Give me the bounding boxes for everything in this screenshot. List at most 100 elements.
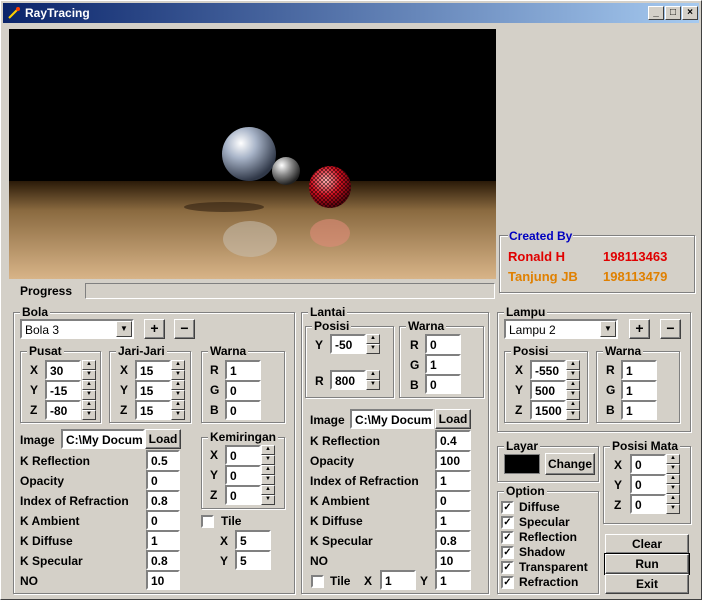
bola-ior-input[interactable]: 0.8	[146, 490, 180, 510]
lampu-posisi-z-input[interactable]: 1500	[530, 400, 566, 420]
add-bola-button[interactable]: +	[144, 319, 165, 339]
bola-select[interactable]: Bola 3 ▼	[20, 319, 134, 339]
lampu-warna-r-input[interactable]: 1	[621, 360, 657, 380]
add-lampu-button[interactable]: +	[629, 319, 650, 339]
bola-tile-checkbox[interactable]	[201, 515, 214, 528]
mata-x-input[interactable]: 0	[630, 454, 666, 474]
lantai-load-button[interactable]: Load	[435, 409, 471, 429]
option-specular-checkbox[interactable]: ✓	[501, 516, 514, 529]
bola-no-input[interactable]: 10	[146, 570, 180, 590]
mata-y-input[interactable]: 0	[630, 474, 666, 494]
bola-kspecular-input[interactable]: 0.8	[146, 550, 180, 570]
bola-jari-x-input[interactable]: 15	[135, 360, 171, 380]
chevron-down-icon[interactable]: ▼	[116, 321, 132, 337]
run-button[interactable]: Run	[604, 553, 690, 575]
mata-x-spinner[interactable]: ▲ ▼	[666, 454, 680, 474]
lantai-ior-input[interactable]: 1	[435, 470, 471, 490]
mata-y-label: Y	[614, 478, 623, 492]
author-id-2: 198113479	[603, 269, 668, 284]
lantai-warna-r-label: R	[410, 338, 419, 352]
remove-bola-button[interactable]: −	[174, 319, 195, 339]
bola-kemiringan-z-spinner[interactable]: ▲ ▼	[261, 485, 275, 505]
bola-pusat-z-input[interactable]: -80	[45, 400, 81, 420]
lampu-posisi-y-input[interactable]: 500	[530, 380, 566, 400]
lantai-warna-g-input[interactable]: 1	[425, 354, 461, 374]
option-refraction-label: Refraction	[519, 575, 579, 589]
lampu-select[interactable]: Lampu 2 ▼	[504, 319, 618, 339]
lantai-tile-checkbox[interactable]	[311, 575, 324, 588]
clear-button[interactable]: Clear	[605, 534, 689, 554]
bola-kemiringan-z-label: Z	[210, 488, 218, 502]
lampu-warna-b-input[interactable]: 1	[621, 400, 657, 420]
lantai-tile-label: Tile	[330, 574, 351, 588]
lantai-posisi-r-spinner[interactable]: ▲ ▼	[366, 370, 380, 390]
bola-kemiringan-y-input[interactable]: 0	[225, 465, 261, 485]
bola-kref-input[interactable]: 0.5	[146, 450, 180, 470]
maximize-button[interactable]: □	[665, 6, 681, 20]
exit-button[interactable]: Exit	[605, 574, 689, 594]
lantai-opacity-input[interactable]: 100	[435, 450, 471, 470]
bola-jari-z-spinner[interactable]: ▲ ▼	[171, 400, 185, 420]
option-transparent-checkbox[interactable]: ✓	[501, 561, 514, 574]
lantai-kdiffuse-input[interactable]: 1	[435, 510, 471, 530]
lantai-tile-y-input[interactable]: 1	[435, 570, 471, 590]
layar-change-button[interactable]: Change	[545, 453, 595, 475]
lantai-kref-input[interactable]: 0.4	[435, 430, 471, 450]
bola-pusat-x-spinner[interactable]: ▲ ▼	[82, 360, 96, 380]
lampu-posisi-y-spinner[interactable]: ▲ ▼	[566, 380, 580, 400]
lantai-no-input[interactable]: 10	[435, 550, 471, 570]
bola-jari-title: Jari-Jari	[116, 344, 167, 358]
lantai-warna-b-input[interactable]: 0	[425, 374, 461, 394]
mata-z-spinner[interactable]: ▲ ▼	[666, 494, 680, 514]
created-by-panel	[499, 235, 695, 293]
mata-z-input[interactable]: 0	[630, 494, 666, 514]
bola-warna-r-input[interactable]: 1	[225, 360, 261, 380]
option-reflection-checkbox[interactable]: ✓	[501, 531, 514, 544]
lantai-posisi-y-spinner[interactable]: ▲ ▼	[366, 334, 380, 354]
bola-pusat-y-spinner[interactable]: ▲ ▼	[82, 380, 96, 400]
lampu-posisi-x-spinner[interactable]: ▲ ▼	[566, 360, 580, 380]
bola-kemiringan-z-input[interactable]: 0	[225, 485, 261, 505]
bola-tile-y-label: Y	[220, 554, 229, 568]
bola-tile-y-input[interactable]: 5	[235, 550, 271, 570]
mata-y-spinner[interactable]: ▲ ▼	[666, 474, 680, 494]
bola-jari-z-input[interactable]: 15	[135, 400, 171, 420]
option-shadow-checkbox[interactable]: ✓	[501, 546, 514, 559]
close-button[interactable]: ×	[682, 6, 698, 20]
bola-kemiringan-y-spinner[interactable]: ▲ ▼	[261, 465, 275, 485]
bola-pusat-y-input[interactable]: -15	[45, 380, 81, 400]
bola-kambient-input[interactable]: 0	[146, 510, 180, 530]
bola-jari-x-spinner[interactable]: ▲ ▼	[171, 360, 185, 380]
bola-jari-y-input[interactable]: 15	[135, 380, 171, 400]
remove-lampu-button[interactable]: −	[660, 319, 681, 339]
bola-pusat-z-spinner[interactable]: ▲ ▼	[82, 400, 96, 420]
bola-warna-g-input[interactable]: 0	[225, 380, 261, 400]
bola-image-path[interactable]: C:\My Docum	[61, 429, 145, 449]
bola-kemiringan-x-input[interactable]: 0	[225, 445, 261, 465]
chevron-down-icon[interactable]: ▼	[600, 321, 616, 337]
bola-pusat-x-input[interactable]: 30	[45, 360, 81, 380]
lantai-kambient-input[interactable]: 0	[435, 490, 471, 510]
bola-warna-b-input[interactable]: 0	[225, 400, 261, 420]
bola-opacity-input[interactable]: 0	[146, 470, 180, 490]
lantai-posisi-y-input[interactable]: -50	[330, 334, 366, 354]
lampu-posisi-z-spinner[interactable]: ▲ ▼	[566, 400, 580, 420]
lampu-warna-b-label: B	[606, 403, 615, 417]
minimize-button[interactable]: _	[648, 6, 664, 20]
lantai-posisi-r-input[interactable]: 800	[330, 370, 366, 390]
option-diffuse-checkbox[interactable]: ✓	[501, 501, 514, 514]
lantai-tile-x-input[interactable]: 1	[380, 570, 416, 590]
bola-tile-label: Tile	[221, 514, 242, 528]
layar-color-swatch[interactable]	[504, 454, 540, 474]
lantai-warna-r-input[interactable]: 0	[425, 334, 461, 354]
lampu-warna-g-input[interactable]: 1	[621, 380, 657, 400]
option-refraction-checkbox[interactable]: ✓	[501, 576, 514, 589]
bola-tile-x-input[interactable]: 5	[235, 530, 271, 550]
lantai-image-path[interactable]: C:\My Docum	[350, 409, 434, 429]
bola-kemiringan-x-spinner[interactable]: ▲ ▼	[261, 445, 275, 465]
bola-jari-y-spinner[interactable]: ▲ ▼	[171, 380, 185, 400]
lantai-kspecular-input[interactable]: 0.8	[435, 530, 471, 550]
bola-load-button[interactable]: Load	[145, 429, 181, 449]
bola-kdiffuse-input[interactable]: 1	[146, 530, 180, 550]
lampu-posisi-x-input[interactable]: -550	[530, 360, 566, 380]
